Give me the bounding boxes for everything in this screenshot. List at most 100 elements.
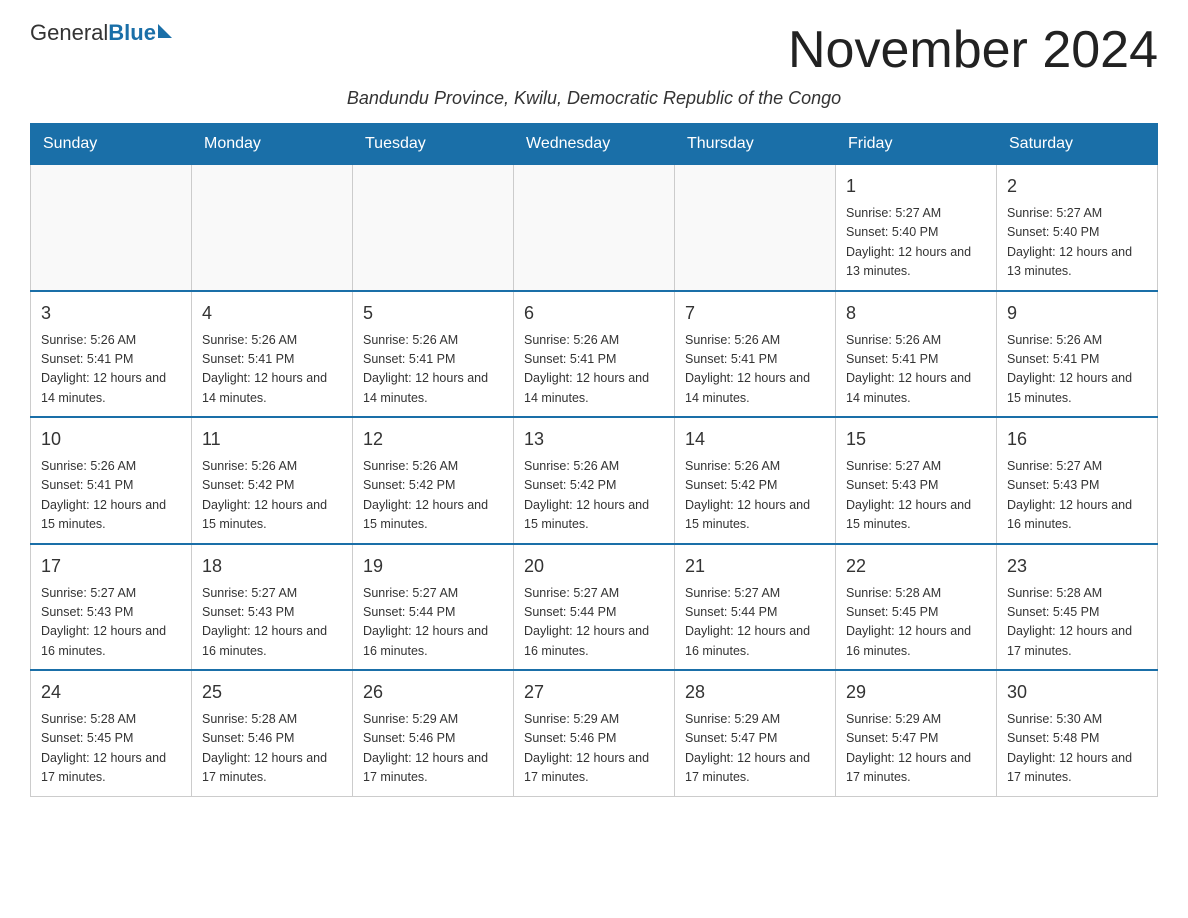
calendar-day-cell: 1 Sunrise: 5:27 AMSunset: 5:40 PMDaylight… [836, 164, 997, 291]
day-info: Sunrise: 5:28 AMSunset: 5:46 PMDaylight:… [202, 710, 342, 788]
calendar-table: SundayMondayTuesdayWednesdayThursdayFrid… [30, 123, 1158, 797]
day-number: 28 [685, 679, 825, 706]
day-number: 14 [685, 426, 825, 453]
day-number: 25 [202, 679, 342, 706]
calendar-day-header: Wednesday [514, 124, 675, 164]
day-info: Sunrise: 5:26 AMSunset: 5:41 PMDaylight:… [41, 331, 181, 409]
calendar-day-header: Friday [836, 124, 997, 164]
calendar-week-row: 10Sunrise: 5:26 AMSunset: 5:41 PMDayligh… [31, 417, 1158, 544]
day-number: 3 [41, 300, 181, 327]
calendar-day-cell: 10Sunrise: 5:26 AMSunset: 5:41 PMDayligh… [31, 417, 192, 544]
day-info: Sunrise: 5:26 AMSunset: 5:41 PMDaylight:… [41, 457, 181, 535]
calendar-day-cell: 25 Sunrise: 5:28 AMSunset: 5:46 PMDayligh… [192, 670, 353, 796]
calendar-day-cell: 30Sunrise: 5:30 AMSunset: 5:48 PMDayligh… [997, 670, 1158, 796]
day-number: 11 [202, 426, 342, 453]
calendar-week-row: 3 Sunrise: 5:26 AMSunset: 5:41 PMDaylight… [31, 291, 1158, 418]
calendar-day-cell: 14 Sunrise: 5:26 AMSunset: 5:42 PMDayligh… [675, 417, 836, 544]
day-info: Sunrise: 5:28 AMSunset: 5:45 PMDaylight:… [41, 710, 181, 788]
day-number: 29 [846, 679, 986, 706]
day-number: 16 [1007, 426, 1147, 453]
day-info: Sunrise: 5:26 AMSunset: 5:41 PMDaylight:… [685, 331, 825, 409]
day-info: Sunrise: 5:27 AMSunset: 5:40 PMDaylight:… [1007, 204, 1147, 282]
day-info: Sunrise: 5:29 AMSunset: 5:47 PMDaylight:… [685, 710, 825, 788]
location-subtitle: Bandundu Province, Kwilu, Democratic Rep… [30, 88, 1158, 109]
calendar-day-cell: 6 Sunrise: 5:26 AMSunset: 5:41 PMDaylight… [514, 291, 675, 418]
calendar-day-header: Tuesday [353, 124, 514, 164]
calendar-day-cell [192, 164, 353, 291]
calendar-week-row: 1 Sunrise: 5:27 AMSunset: 5:40 PMDaylight… [31, 164, 1158, 291]
day-info: Sunrise: 5:30 AMSunset: 5:48 PMDaylight:… [1007, 710, 1147, 788]
calendar-day-cell: 8 Sunrise: 5:26 AMSunset: 5:41 PMDaylight… [836, 291, 997, 418]
day-info: Sunrise: 5:28 AMSunset: 5:45 PMDaylight:… [846, 584, 986, 662]
calendar-day-cell: 11 Sunrise: 5:26 AMSunset: 5:42 PMDayligh… [192, 417, 353, 544]
calendar-day-cell [353, 164, 514, 291]
calendar-day-cell: 13 Sunrise: 5:26 AMSunset: 5:42 PMDayligh… [514, 417, 675, 544]
logo-blue: Blue [108, 20, 156, 46]
day-number: 7 [685, 300, 825, 327]
day-info: Sunrise: 5:28 AMSunset: 5:45 PMDaylight:… [1007, 584, 1147, 662]
day-info: Sunrise: 5:26 AMSunset: 5:42 PMDaylight:… [363, 457, 503, 535]
calendar-day-cell: 20 Sunrise: 5:27 AMSunset: 5:44 PMDayligh… [514, 544, 675, 671]
day-number: 2 [1007, 173, 1147, 200]
calendar-day-cell: 21Sunrise: 5:27 AMSunset: 5:44 PMDayligh… [675, 544, 836, 671]
day-info: Sunrise: 5:26 AMSunset: 5:41 PMDaylight:… [363, 331, 503, 409]
calendar-day-cell: 5Sunrise: 5:26 AMSunset: 5:41 PMDaylight… [353, 291, 514, 418]
calendar-day-cell: 17Sunrise: 5:27 AMSunset: 5:43 PMDayligh… [31, 544, 192, 671]
calendar-week-row: 17Sunrise: 5:27 AMSunset: 5:43 PMDayligh… [31, 544, 1158, 671]
day-info: Sunrise: 5:27 AMSunset: 5:44 PMDaylight:… [363, 584, 503, 662]
day-number: 22 [846, 553, 986, 580]
calendar-day-cell: 28 Sunrise: 5:29 AMSunset: 5:47 PMDayligh… [675, 670, 836, 796]
day-number: 20 [524, 553, 664, 580]
calendar-day-cell: 12 Sunrise: 5:26 AMSunset: 5:42 PMDayligh… [353, 417, 514, 544]
day-number: 24 [41, 679, 181, 706]
day-number: 19 [363, 553, 503, 580]
day-info: Sunrise: 5:26 AMSunset: 5:41 PMDaylight:… [846, 331, 986, 409]
day-info: Sunrise: 5:27 AMSunset: 5:40 PMDaylight:… [846, 204, 986, 282]
day-number: 15 [846, 426, 986, 453]
calendar-day-cell: 16Sunrise: 5:27 AMSunset: 5:43 PMDayligh… [997, 417, 1158, 544]
day-info: Sunrise: 5:26 AMSunset: 5:42 PMDaylight:… [685, 457, 825, 535]
day-info: Sunrise: 5:26 AMSunset: 5:41 PMDaylight:… [524, 331, 664, 409]
calendar-day-cell: 3 Sunrise: 5:26 AMSunset: 5:41 PMDaylight… [31, 291, 192, 418]
day-info: Sunrise: 5:27 AMSunset: 5:44 PMDaylight:… [685, 584, 825, 662]
calendar-day-cell: 4 Sunrise: 5:26 AMSunset: 5:41 PMDaylight… [192, 291, 353, 418]
day-number: 23 [1007, 553, 1147, 580]
day-number: 9 [1007, 300, 1147, 327]
day-info: Sunrise: 5:26 AMSunset: 5:42 PMDaylight:… [202, 457, 342, 535]
month-title: November 2024 [788, 20, 1158, 80]
day-number: 8 [846, 300, 986, 327]
calendar-day-header: Sunday [31, 124, 192, 164]
calendar-day-header: Saturday [997, 124, 1158, 164]
calendar-day-cell [675, 164, 836, 291]
calendar-header-row: SundayMondayTuesdayWednesdayThursdayFrid… [31, 124, 1158, 164]
calendar-week-row: 24 Sunrise: 5:28 AMSunset: 5:45 PMDayligh… [31, 670, 1158, 796]
logo-triangle-icon [158, 24, 172, 38]
day-info: Sunrise: 5:26 AMSunset: 5:41 PMDaylight:… [1007, 331, 1147, 409]
calendar-day-cell: 15Sunrise: 5:27 AMSunset: 5:43 PMDayligh… [836, 417, 997, 544]
day-info: Sunrise: 5:27 AMSunset: 5:44 PMDaylight:… [524, 584, 664, 662]
calendar-day-cell [31, 164, 192, 291]
calendar-day-cell [514, 164, 675, 291]
calendar-day-cell: 24 Sunrise: 5:28 AMSunset: 5:45 PMDayligh… [31, 670, 192, 796]
calendar-day-cell: 18Sunrise: 5:27 AMSunset: 5:43 PMDayligh… [192, 544, 353, 671]
calendar-day-cell: 19 Sunrise: 5:27 AMSunset: 5:44 PMDayligh… [353, 544, 514, 671]
day-number: 13 [524, 426, 664, 453]
calendar-day-cell: 29Sunrise: 5:29 AMSunset: 5:47 PMDayligh… [836, 670, 997, 796]
day-info: Sunrise: 5:26 AMSunset: 5:42 PMDaylight:… [524, 457, 664, 535]
logo: General Blue [30, 20, 172, 46]
logo-general: General [30, 20, 108, 46]
day-number: 1 [846, 173, 986, 200]
day-info: Sunrise: 5:26 AMSunset: 5:41 PMDaylight:… [202, 331, 342, 409]
day-info: Sunrise: 5:29 AMSunset: 5:46 PMDaylight:… [363, 710, 503, 788]
calendar-day-header: Thursday [675, 124, 836, 164]
day-number: 6 [524, 300, 664, 327]
day-number: 4 [202, 300, 342, 327]
calendar-day-cell: 23 Sunrise: 5:28 AMSunset: 5:45 PMDayligh… [997, 544, 1158, 671]
calendar-day-cell: 9 Sunrise: 5:26 AMSunset: 5:41 PMDaylight… [997, 291, 1158, 418]
calendar-day-cell: 7 Sunrise: 5:26 AMSunset: 5:41 PMDaylight… [675, 291, 836, 418]
calendar-day-cell: 22 Sunrise: 5:28 AMSunset: 5:45 PMDayligh… [836, 544, 997, 671]
calendar-day-cell: 2 Sunrise: 5:27 AMSunset: 5:40 PMDaylight… [997, 164, 1158, 291]
day-number: 26 [363, 679, 503, 706]
day-number: 12 [363, 426, 503, 453]
day-number: 17 [41, 553, 181, 580]
